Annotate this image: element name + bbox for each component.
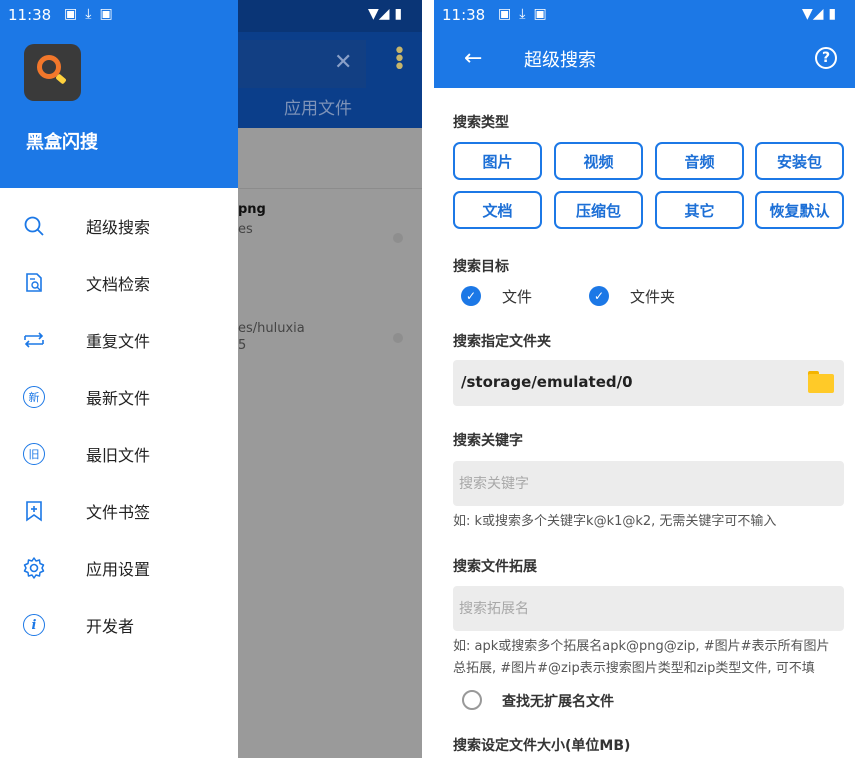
background-row1-subtitle: es — [238, 222, 253, 237]
extension-input[interactable] — [453, 586, 844, 631]
app-logo-icon — [24, 44, 81, 101]
keyword-hint: 如: k或搜索多个关键字k@k1@k2, 无需关键字可不输入 — [453, 514, 777, 529]
info-icon: i — [22, 613, 46, 637]
file-checkbox-label: 文件 — [502, 288, 533, 306]
drawer-item-label: 最新文件 — [86, 389, 151, 408]
help-icon[interactable]: ? — [815, 47, 837, 69]
extension-label: 搜索文件拓展 — [453, 559, 537, 575]
chip-documents[interactable]: 文档 — [453, 191, 542, 229]
background-row2-dot — [393, 333, 403, 343]
no-extension-label: 查找无扩展名文件 — [502, 694, 614, 710]
drawer-item-duplicate-files[interactable]: 重复文件 — [0, 312, 238, 368]
status-time: 11:38 — [8, 6, 52, 24]
drawer-item-label: 重复文件 — [86, 332, 151, 351]
download-icon: ⤓ — [85, 6, 100, 22]
drawer-item-label: 开发者 — [86, 617, 135, 636]
image-icon: ▣ — [64, 6, 86, 22]
chip-audio[interactable]: 音频 — [655, 142, 744, 180]
folder-checkbox[interactable]: ✓ — [589, 286, 609, 306]
folder-label: 搜索指定文件夹 — [453, 334, 551, 350]
page-title: 超级搜索 — [524, 50, 596, 71]
folder-path-text: /storage/emulated/0 — [461, 373, 633, 391]
folder-icon[interactable] — [808, 371, 834, 393]
chip-archives[interactable]: 压缩包 — [554, 191, 643, 229]
status-right-icons: ▼◢ ▮ — [368, 6, 403, 22]
status-notification-icons: ▣⤓▣ — [64, 6, 121, 22]
old-icon: 旧 — [22, 442, 46, 466]
keyword-input[interactable] — [453, 461, 844, 506]
left-screen: ▼◢ ▮ ✕ • • • 应用文件 png es es/huluxia 5 11:3… — [0, 0, 422, 758]
search-icon — [22, 214, 46, 238]
background-divider — [238, 188, 422, 189]
app-bar: 11:38 ▣⤓▣ ▼◢ ▮ ← 超级搜索 ? — [434, 0, 855, 88]
drawer-item-super-search[interactable]: 超级搜索 — [0, 198, 238, 254]
drawer-item-file-bookmarks[interactable]: 文件书签 — [0, 483, 238, 539]
bookmark-add-icon — [22, 499, 46, 523]
chip-videos[interactable]: 视频 — [554, 142, 643, 180]
folder-path-field[interactable]: /storage/emulated/0 — [453, 360, 844, 406]
image-icon: ▣ — [498, 6, 520, 22]
search-target-label: 搜索目标 — [453, 259, 509, 275]
drawer-item-label: 文件书签 — [86, 503, 151, 522]
drawer-item-label: 最旧文件 — [86, 446, 151, 465]
background-row2-subtitle: 5 — [238, 338, 247, 353]
no-extension-radio[interactable] — [462, 690, 482, 710]
keyword-label: 搜索关键字 — [453, 433, 523, 449]
chip-others[interactable]: 其它 — [655, 191, 744, 229]
background-row1-title: png — [238, 202, 266, 217]
size-label: 搜索设定文件大小(单位MB) — [453, 738, 631, 754]
navigation-drawer: 11:38 ▣⤓▣ 黑盒闪搜 超级搜索 文档检索 重复文件 新 最新文件 旧 最… — [0, 0, 238, 758]
a-icon: ▣ — [533, 6, 555, 22]
new-icon: 新 — [22, 385, 46, 409]
status-right-icons: ▼◢ ▮ — [802, 6, 837, 22]
drawer-item-developer[interactable]: i 开发者 — [0, 597, 238, 653]
document-search-icon — [22, 271, 46, 295]
more-options-icon: • • • — [393, 39, 406, 80]
drawer-item-oldest-files[interactable]: 旧 最旧文件 — [0, 426, 238, 482]
drawer-item-newest-files[interactable]: 新 最新文件 — [0, 369, 238, 425]
a-icon: ▣ — [99, 6, 121, 22]
file-checkbox[interactable]: ✓ — [461, 286, 481, 306]
chip-restore-default[interactable]: 恢复默认 — [755, 191, 844, 229]
status-time: 11:38 — [442, 6, 486, 24]
background-row1-dot — [393, 233, 403, 243]
folder-checkbox-label: 文件夹 — [630, 288, 676, 306]
search-type-label: 搜索类型 — [453, 115, 509, 131]
drawer-item-label: 文档检索 — [86, 275, 151, 294]
background-tab-label: 应用文件 — [284, 99, 352, 119]
drawer-item-label: 超级搜索 — [86, 218, 151, 237]
drawer-header: 11:38 ▣⤓▣ 黑盒闪搜 — [0, 0, 238, 188]
repeat-icon — [22, 328, 46, 352]
right-screen: 11:38 ▣⤓▣ ▼◢ ▮ ← 超级搜索 ? 搜索类型 图片 视频 音频 安装… — [434, 0, 855, 758]
drawer-item-label: 应用设置 — [86, 560, 151, 579]
app-name: 黑盒闪搜 — [26, 132, 98, 153]
extension-hint-line2: 总拓展, #图片#@zip表示搜索图片类型和zip类型文件, 可不填 — [453, 661, 815, 676]
download-icon: ⤓ — [519, 6, 534, 22]
close-icon: ✕ — [334, 50, 353, 75]
chip-images[interactable]: 图片 — [453, 142, 542, 180]
extension-hint-line1: 如: apk或搜索多个拓展名apk@png@zip, #图片#表示所有图片 — [453, 639, 830, 654]
status-bar: 11:38 ▣⤓▣ — [0, 0, 238, 32]
chip-apk[interactable]: 安装包 — [755, 142, 844, 180]
background-row2-title: es/huluxia — [238, 321, 305, 336]
drawer-item-app-settings[interactable]: 应用设置 — [0, 540, 238, 596]
drawer-item-document-search[interactable]: 文档检索 — [0, 255, 238, 311]
status-notification-icons: ▣⤓▣ — [498, 6, 555, 22]
gear-icon — [22, 556, 46, 580]
back-arrow-icon[interactable]: ← — [464, 46, 482, 71]
